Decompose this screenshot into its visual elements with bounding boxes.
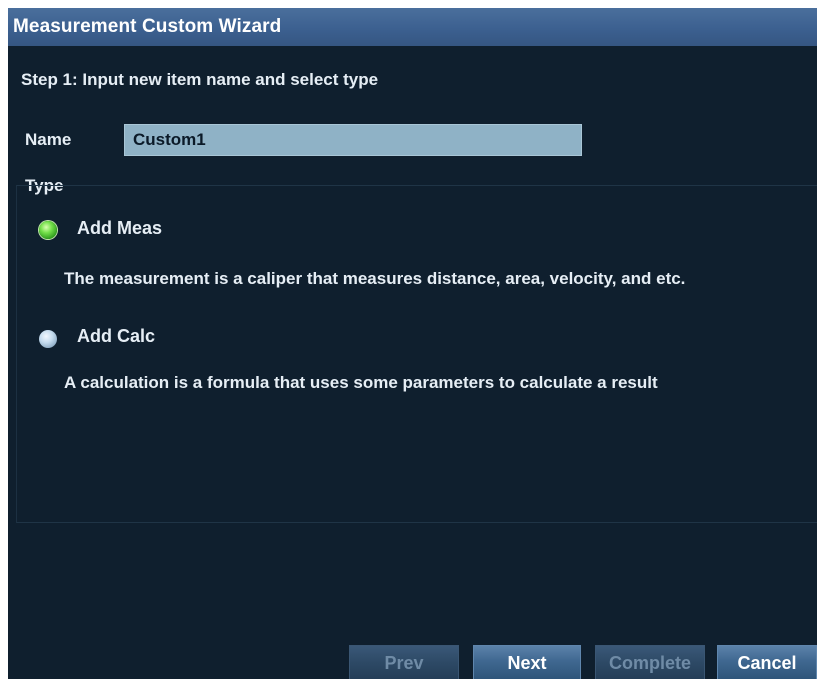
title-bar: Measurement Custom Wizard [8, 8, 817, 46]
name-input[interactable] [124, 124, 582, 156]
window-title: Measurement Custom Wizard [13, 16, 282, 37]
add-calc-label[interactable]: Add Calc [77, 326, 155, 347]
step-label: Step 1: Input new item name and select t… [21, 70, 379, 89]
complete-button[interactable]: Complete [595, 645, 705, 679]
wizard-window: Measurement Custom Wizard Step 1: Input … [8, 8, 817, 679]
cancel-button[interactable]: Cancel [717, 645, 817, 679]
prev-button[interactable]: Prev [349, 645, 459, 679]
name-label: Name [25, 130, 72, 149]
add-meas-radio[interactable] [39, 221, 57, 239]
add-meas-description: The measurement is a caliper that measur… [64, 269, 686, 288]
next-button[interactable]: Next [473, 645, 581, 679]
add-calc-description: A calculation is a formula that uses som… [64, 373, 658, 392]
add-meas-label[interactable]: Add Meas [77, 218, 162, 239]
add-calc-radio[interactable] [39, 330, 57, 348]
